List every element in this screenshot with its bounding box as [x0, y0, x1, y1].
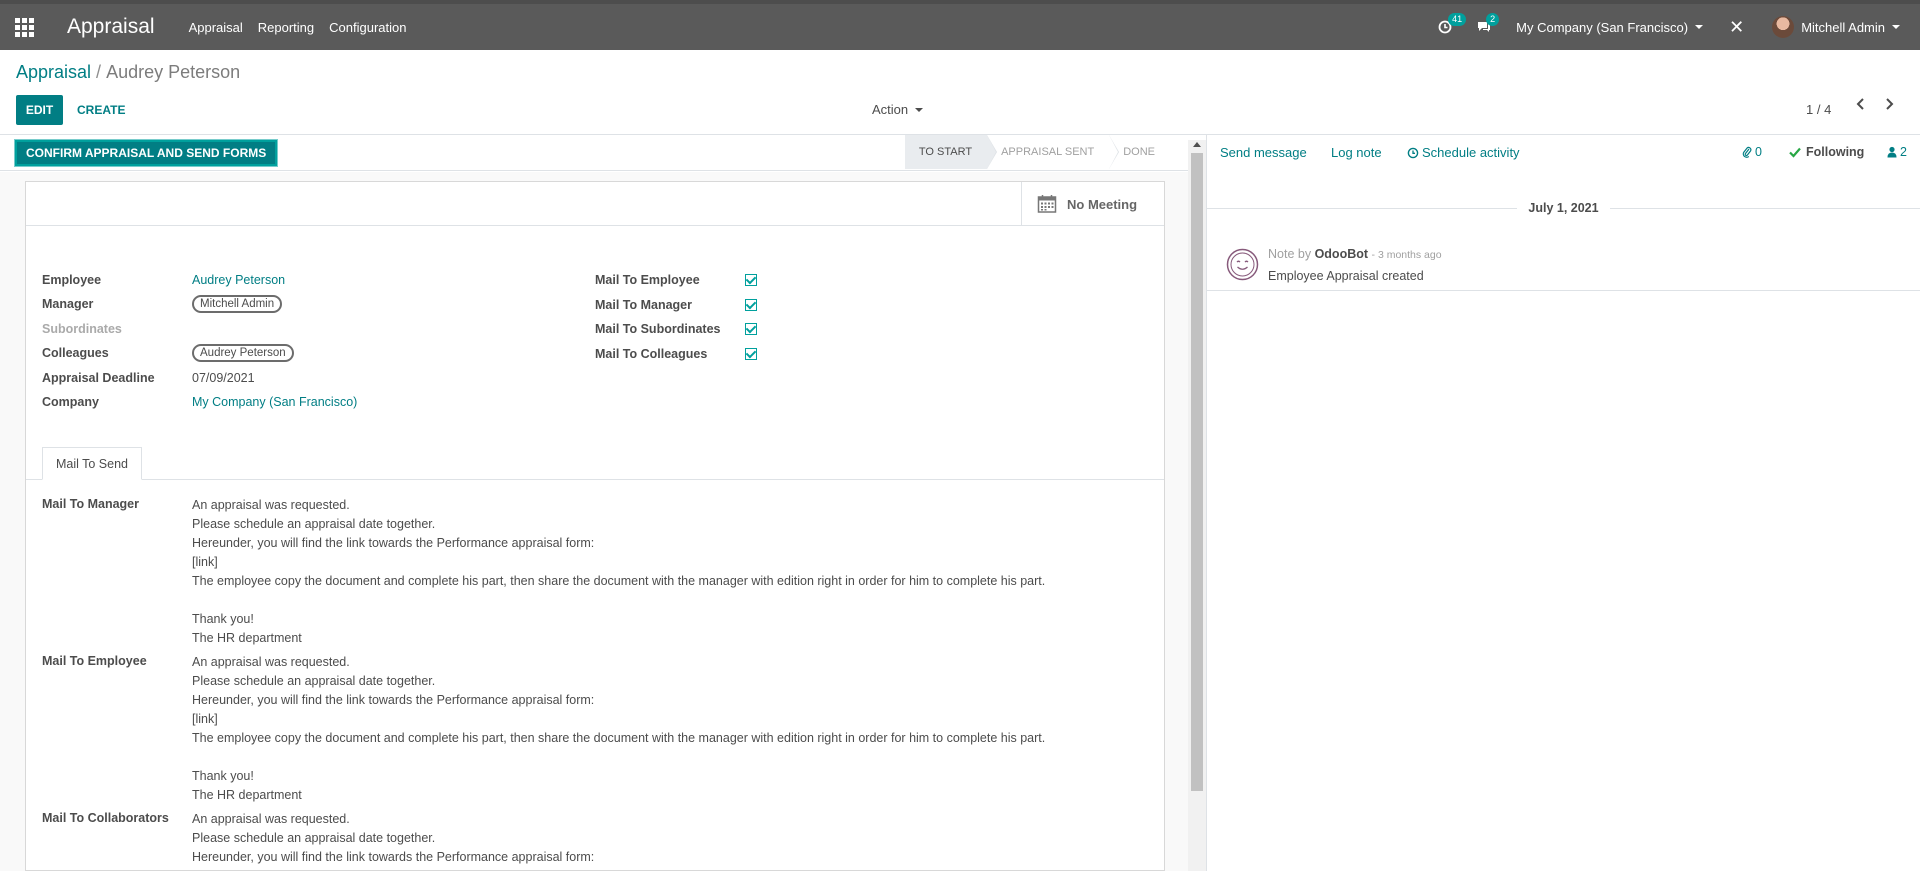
messaging-button[interactable]: 2 — [1476, 13, 1500, 34]
breadcrumb-parent[interactable]: Appraisal — [16, 62, 91, 82]
message-count-badge: 2 — [1486, 13, 1500, 26]
calendar-icon — [1037, 195, 1057, 213]
check-icon — [1789, 147, 1801, 158]
user-name: Mitchell Admin — [1801, 19, 1885, 35]
stage-label: APPRAISAL SENT — [1001, 146, 1095, 158]
chevron-right-icon[interactable] — [1883, 97, 1895, 111]
appraisal-deadline-label: Appraisal Deadline — [42, 371, 155, 385]
action-label: Action — [872, 102, 909, 117]
notebook-tabs-divider — [26, 479, 1164, 480]
top-navbar: Appraisal Appraisal Reporting Configurat… — [0, 0, 1920, 50]
stage-to-start[interactable]: TO START — [904, 135, 998, 169]
following-label: Following — [1806, 145, 1865, 159]
activity-count-badge: 41 — [1448, 13, 1467, 26]
log-note-button[interactable]: Log note — [1331, 145, 1382, 160]
following-button[interactable]: Following — [1789, 145, 1864, 159]
schedule-activity-button[interactable]: Schedule activity — [1407, 145, 1520, 160]
message-author[interactable]: OdooBot — [1315, 247, 1368, 261]
paperclip-icon — [1742, 146, 1752, 158]
meeting-label: No Meeting — [1067, 196, 1138, 212]
colleagues-label: Colleagues — [42, 346, 109, 360]
action-dropdown[interactable]: Action — [872, 102, 924, 117]
mail-to-employee-checkbox[interactable] — [745, 274, 757, 286]
message-body: Employee Appraisal created — [1268, 269, 1424, 283]
menu-reporting[interactable]: Reporting — [258, 20, 314, 35]
message-meta: Note by OdooBot - 3 months ago — [1268, 247, 1442, 261]
mail-to-manager-checkbox[interactable] — [745, 299, 757, 311]
mail-to-colleagues-label: Mail To Colleagues — [595, 347, 708, 361]
chevron-down-icon — [1695, 25, 1704, 29]
mail-to-collaborators-body-label: Mail To Collaborators — [42, 811, 169, 825]
date-separator: July 1, 2021 — [1528, 201, 1599, 215]
activities-button[interactable]: 41 — [1438, 13, 1467, 34]
manager-tag[interactable]: Mitchell Admin — [192, 295, 283, 313]
mail-to-manager-body-label: Mail To Manager — [42, 497, 140, 511]
subordinates-label: Subordinates — [42, 322, 122, 336]
menu-configuration[interactable]: Configuration — [329, 20, 406, 35]
close-icon[interactable]: ✕ — [1729, 17, 1744, 38]
schedule-activity-label: Schedule activity — [1422, 145, 1520, 160]
chevron-down-icon — [1892, 25, 1900, 29]
stage-label: TO START — [918, 146, 973, 158]
company-value[interactable]: My Company (San Francisco) — [192, 395, 357, 409]
user-menu[interactable]: Mitchell Admin — [1772, 16, 1900, 38]
message-divider — [1207, 290, 1920, 291]
attachments-button[interactable]: 0 — [1742, 145, 1762, 159]
scrollbar-thumb[interactable] — [1191, 153, 1203, 791]
chatter-topbar: Send message Log note Schedule activity … — [1207, 135, 1920, 171]
chatter-panel: Send message Log note Schedule activity … — [1207, 135, 1920, 871]
confirm-appraisal-button[interactable]: CONFIRM APPRAISAL AND SEND FORMS — [13, 139, 279, 167]
mail-to-employee-body[interactable]: An appraisal was requested. Please sched… — [192, 653, 1045, 805]
mail-to-subordinates-label: Mail To Subordinates — [595, 322, 721, 336]
breadcrumb: Appraisal / Audrey Peterson — [16, 62, 240, 83]
edit-button[interactable]: EDIT — [16, 95, 63, 125]
followers-button[interactable]: 2 — [1887, 145, 1907, 159]
form-sheet: No Meeting Employee Audrey Peterson Mana… — [25, 181, 1165, 871]
create-button[interactable]: CREATE — [77, 103, 125, 117]
stage-appraisal-sent[interactable]: APPRAISAL SENT — [987, 135, 1120, 169]
chevron-left-icon[interactable] — [1855, 97, 1867, 111]
employee-label: Employee — [42, 273, 102, 287]
tab-mail-to-send[interactable]: Mail To Send — [42, 447, 142, 480]
employee-value[interactable]: Audrey Peterson — [192, 273, 285, 287]
colleagues-tag[interactable]: Audrey Peterson — [192, 344, 294, 362]
mail-to-manager-label: Mail To Manager — [595, 298, 693, 312]
attachments-count: 0 — [1755, 145, 1762, 159]
app-menu-button[interactable] — [0, 4, 48, 50]
manager-label: Manager — [42, 297, 94, 311]
user-icon — [1887, 146, 1897, 158]
meeting-button[interactable]: No Meeting — [1021, 182, 1164, 226]
company-switcher[interactable]: My Company (San Francisco) — [1516, 19, 1704, 35]
send-message-button[interactable]: Send message — [1220, 145, 1307, 160]
mail-to-collaborators-body[interactable]: An appraisal was requested. Please sched… — [192, 810, 594, 867]
app-title: Appraisal — [67, 15, 155, 38]
form-statusbar: CONFIRM APPRAISAL AND SEND FORMS TO STAR… — [0, 135, 1195, 171]
odoobot-avatar-icon — [1226, 248, 1259, 281]
chevron-down-icon — [915, 107, 924, 112]
mail-to-colleagues-checkbox[interactable] — [745, 348, 757, 360]
appraisal-deadline-value[interactable]: 07/09/2021 — [192, 371, 255, 385]
clock-icon — [1407, 147, 1419, 158]
stage-pipeline: TO START APPRAISAL SENT DONE — [904, 135, 1170, 169]
pager-value[interactable]: 1 / 4 — [1806, 102, 1831, 117]
breadcrumb-current: Audrey Peterson — [106, 62, 241, 82]
company-name: My Company (San Francisco) — [1516, 19, 1689, 35]
menu-appraisal[interactable]: Appraisal — [189, 20, 243, 35]
message-prefix: Note by — [1268, 247, 1312, 261]
mail-to-manager-body[interactable]: An appraisal was requested. Please sched… — [192, 496, 1045, 648]
message-timestamp: - 3 months ago — [1371, 249, 1442, 261]
mail-to-employee-body-label: Mail To Employee — [42, 654, 147, 668]
stage-label: DONE — [1123, 146, 1155, 158]
smart-button-box: No Meeting — [26, 182, 1164, 226]
apps-grid-icon — [14, 17, 34, 37]
followers-count: 2 — [1900, 145, 1907, 159]
mail-to-employee-label: Mail To Employee — [595, 273, 700, 287]
breadcrumb-separator: / — [96, 62, 102, 82]
mail-to-subordinates-checkbox[interactable] — [745, 323, 757, 335]
scroll-up-arrow-icon[interactable] — [1193, 142, 1201, 147]
company-label: Company — [42, 395, 99, 409]
avatar — [1772, 16, 1795, 38]
